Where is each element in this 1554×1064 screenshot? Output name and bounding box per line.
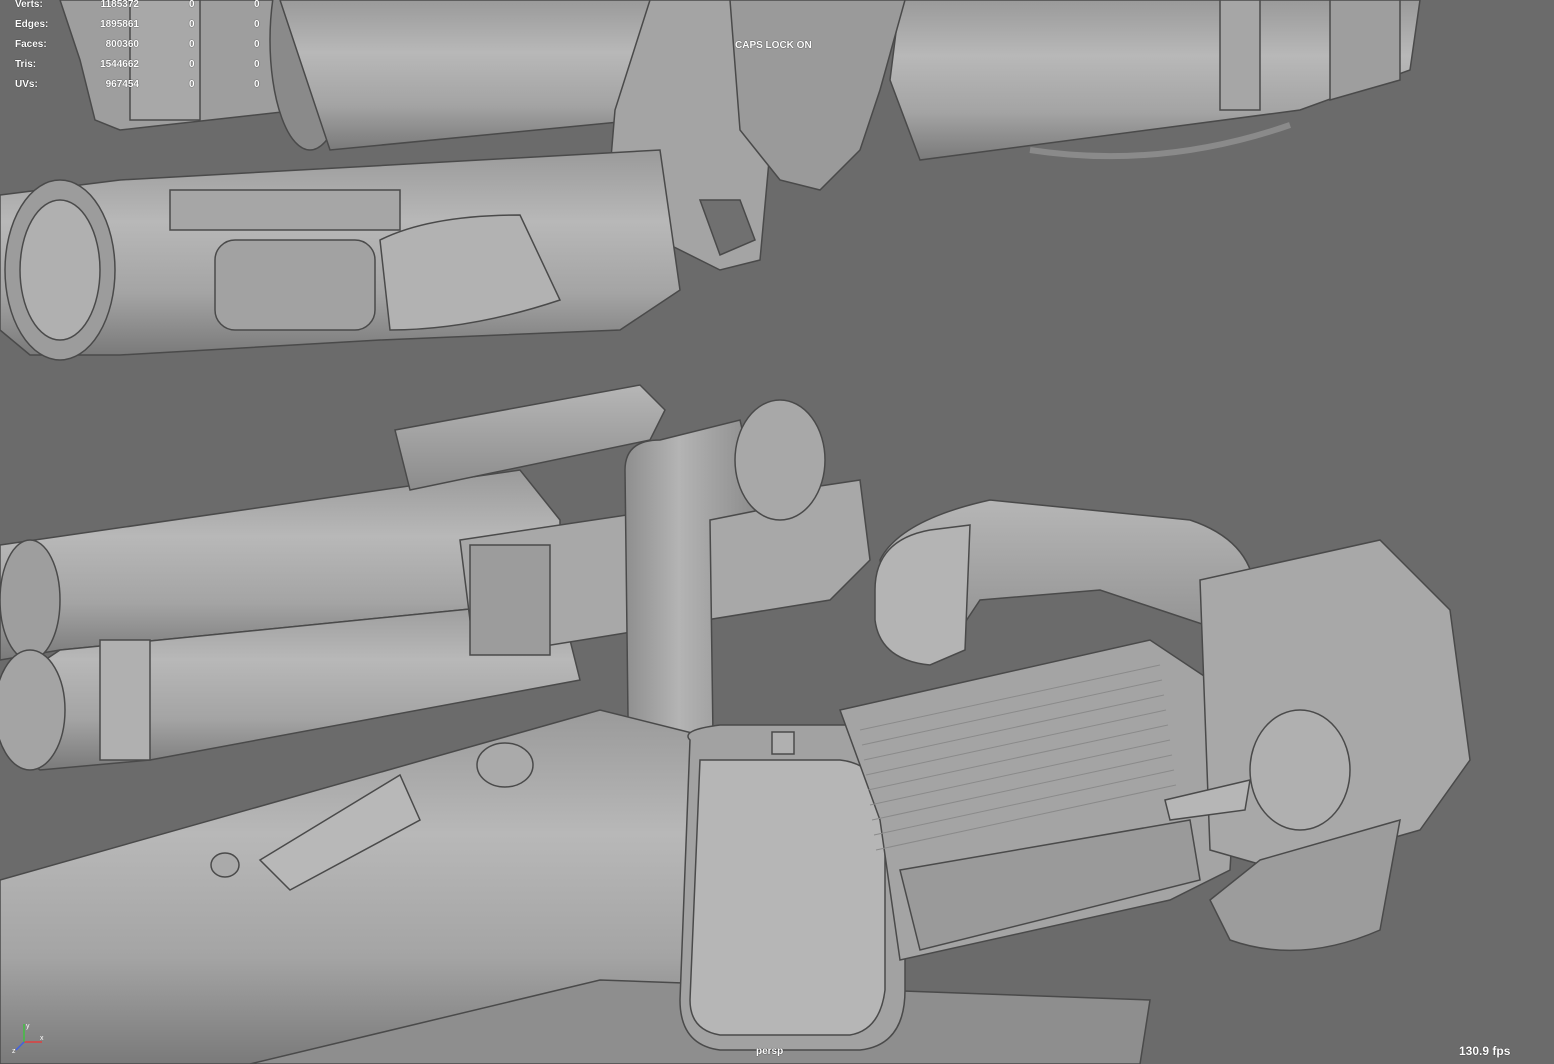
hud-row-faces: Faces: 800360 0 0 <box>15 35 285 55</box>
stat-value: 1185372 <box>100 0 139 10</box>
axis-y-label: y <box>26 1023 30 1030</box>
hud-row-tris: Tris: 1544662 0 0 <box>15 55 285 75</box>
stat-label: UVs: <box>15 79 38 90</box>
hud-row-uvs: UVs: 967454 0 0 <box>15 75 285 95</box>
hud-row-verts: Verts: 1185372 0 0 <box>15 0 285 15</box>
stat-label: Verts: <box>15 0 43 10</box>
flashlight-head <box>1164 539 1471 952</box>
camera-name-label: persp <box>756 1046 784 1057</box>
stat-label: Tris: <box>15 59 37 70</box>
carry-handle <box>874 499 1256 666</box>
stat-selected: 0 <box>189 39 195 50</box>
stat-value: 967454 <box>105 79 139 90</box>
hud-row-edges: Edges: 1895861 0 0 <box>15 15 285 35</box>
axis-x-label: x <box>40 1035 44 1042</box>
middle-flashlight <box>0 149 681 361</box>
stat-component: 0 <box>254 79 260 90</box>
axis-z-line <box>15 1041 25 1051</box>
stat-component: 0 <box>254 39 260 50</box>
hud-poly-count: Verts: 1185372 0 0 Edges: 1895861 0 0 Fa… <box>15 0 285 95</box>
caps-lock-indicator: CAPS LOCK ON <box>735 40 812 51</box>
stat-selected: 0 <box>189 59 195 70</box>
stat-label: Edges: <box>15 19 49 30</box>
stat-component: 0 <box>254 19 260 30</box>
fps-counter: 130.9 fps <box>1459 1044 1511 1058</box>
stat-label: Faces: <box>15 39 47 50</box>
stat-component: 0 <box>254 0 260 10</box>
axis-gizmo-icon: x y z <box>12 1023 44 1054</box>
stat-value: 800360 <box>105 39 139 50</box>
stat-selected: 0 <box>189 79 195 90</box>
stat-value: 1895861 <box>100 19 139 30</box>
stat-selected: 0 <box>189 0 195 10</box>
stat-component: 0 <box>254 59 260 70</box>
stat-selected: 0 <box>189 19 195 30</box>
stat-value: 1544662 <box>100 59 139 70</box>
upper-right-canister <box>889 0 1421 161</box>
axis-z-label: z <box>12 1048 16 1054</box>
viewport-3d[interactable] <box>0 0 1554 1064</box>
scene-render <box>0 0 1471 1064</box>
